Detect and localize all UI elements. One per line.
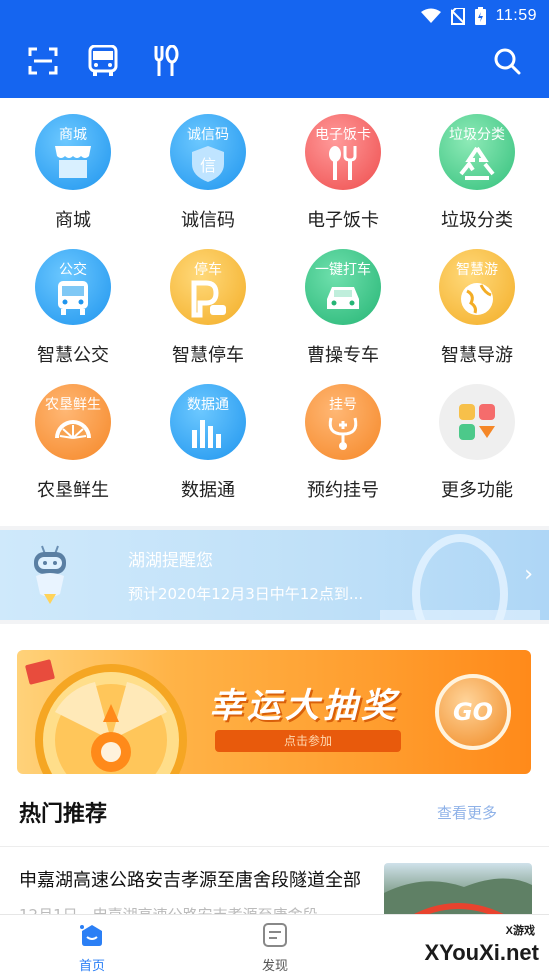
discover-icon (261, 923, 289, 951)
service-credit-code[interactable]: 诚信码 信 诚信码 (143, 98, 273, 231)
globe-icon: 智慧游 (439, 249, 515, 325)
prize-wheel-icon (25, 652, 195, 774)
svg-text:信: 信 (200, 156, 216, 175)
service-garbage-sorting[interactable]: 垃圾分类 垃圾分类 (412, 98, 542, 231)
nav-discover[interactable]: 发现 (235, 923, 315, 974)
news-title[interactable]: 申嘉湖高速公路安吉孝源至唐舍段隧道全部 (19, 866, 361, 892)
chevron-right-icon: › (524, 562, 533, 587)
service-meal-card[interactable]: 电子饭卡 电子饭卡 (278, 98, 408, 231)
section-title: 热门推荐 (19, 802, 108, 827)
bar-chart-icon: 数据通 (170, 384, 246, 460)
grid-more-icon (439, 384, 515, 460)
battery-charging-icon (474, 7, 486, 25)
orange-slice-icon: 农垦鲜生 (35, 384, 111, 460)
bus-icon[interactable] (86, 44, 120, 78)
status-bar: 11:59 (420, 6, 537, 26)
service-label: 智慧导游 (441, 345, 513, 366)
fork-knife-icon[interactable] (148, 44, 182, 78)
service-label: 商城 (55, 210, 91, 231)
service-more[interactable]: 更多功能 (412, 368, 542, 501)
shop-awning-icon: 商城 (35, 114, 111, 190)
status-time: 11:59 (495, 7, 537, 24)
service-fresh-food[interactable]: 农垦鲜生 农垦鲜生 (8, 368, 138, 501)
service-label: 曹操专车 (307, 345, 379, 366)
reminder-banner[interactable]: 湖湖提醒您 预计2020年12月3日中午12点到... › (0, 530, 549, 620)
service-label: 农垦鲜生 (37, 480, 109, 501)
service-caocao-car[interactable]: 一键打车 曹操专车 (278, 233, 408, 366)
home-icon (78, 925, 106, 951)
service-data-link[interactable]: 数据通 数据通 (143, 368, 273, 501)
reminder-title: 湖湖提醒您 (128, 551, 213, 571)
bridge-illustration-icon (380, 534, 540, 620)
service-label: 诚信码 (181, 210, 235, 231)
nav-home[interactable]: 首页 (52, 923, 132, 974)
go-button[interactable]: GO (435, 674, 511, 750)
car-icon: 一键打车 (305, 249, 381, 325)
recycle-icon: 垃圾分类 (439, 114, 515, 190)
banner-title: 幸运大抽奖 (209, 686, 399, 726)
service-label: 智慧停车 (172, 345, 244, 366)
stethoscope-icon: 挂号 (305, 384, 381, 460)
service-shop[interactable]: 商城 商城 (8, 98, 138, 231)
parking-icon: 停车 (170, 249, 246, 325)
fork-spoon-icon: 电子饭卡 (305, 114, 381, 190)
wifi-icon (420, 8, 441, 24)
top-app-bar: 11:59 (0, 0, 549, 98)
search-icon[interactable] (490, 44, 524, 78)
join-button[interactable]: 点击参加 (215, 730, 401, 752)
lucky-draw-banner[interactable]: 幸运大抽奖 点击参加 GO (17, 650, 531, 774)
service-label: 预约挂号 (307, 480, 379, 501)
divider (0, 846, 549, 847)
shield-icon: 诚信码 信 (170, 114, 246, 190)
service-label: 垃圾分类 (441, 210, 513, 231)
reminder-text: 预计2020年12月3日中午12点到... (128, 585, 364, 603)
banner-section: 幸运大抽奖 点击参加 GO (0, 624, 549, 776)
service-smart-bus[interactable]: 公交 智慧公交 (8, 233, 138, 366)
bus-icon: 公交 (35, 249, 111, 325)
no-sim-icon (450, 7, 465, 25)
bottom-nav: 首页 发现 X游戏 XYouXi.net (0, 914, 549, 976)
view-more-link[interactable]: 查看更多 (437, 802, 497, 823)
service-smart-tour[interactable]: 智慧游 智慧导游 (412, 233, 542, 366)
service-label: 智慧公交 (37, 345, 109, 366)
service-label: 电子饭卡 (307, 210, 379, 231)
service-smart-parking[interactable]: 停车 智慧停车 (143, 233, 273, 366)
scan-icon[interactable] (26, 44, 60, 78)
service-label: 数据通 (181, 480, 235, 501)
service-label: 更多功能 (441, 480, 513, 501)
nav-label: 发现 (261, 959, 288, 974)
nav-label: 首页 (78, 959, 105, 974)
robot-mascot-icon (28, 544, 72, 610)
service-grid: 商城 商城 诚信码 信 诚信码 电子饭卡 电子饭卡 垃圾分类 垃圾分类 公交 智… (0, 98, 549, 526)
watermark: X游戏 XYouXi.net (424, 925, 540, 965)
service-registration[interactable]: 挂号 预约挂号 (278, 368, 408, 501)
